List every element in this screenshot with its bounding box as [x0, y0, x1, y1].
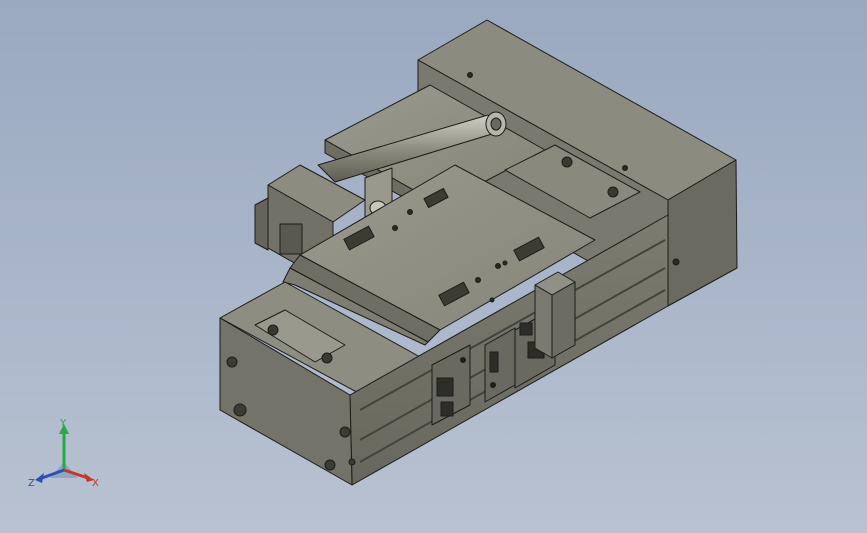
cad-viewport[interactable]: Y X Z	[0, 0, 867, 533]
x-axis-label: X	[92, 478, 99, 489]
z-axis-label: Z	[28, 478, 35, 489]
y-axis-label: Y	[59, 418, 67, 429]
axis-triad: Y X Z	[28, 418, 99, 489]
z-axis-arrow-icon	[35, 473, 44, 483]
clamp-bracket	[534, 271, 576, 359]
linear-actuator-model[interactable]	[0, 0, 867, 533]
